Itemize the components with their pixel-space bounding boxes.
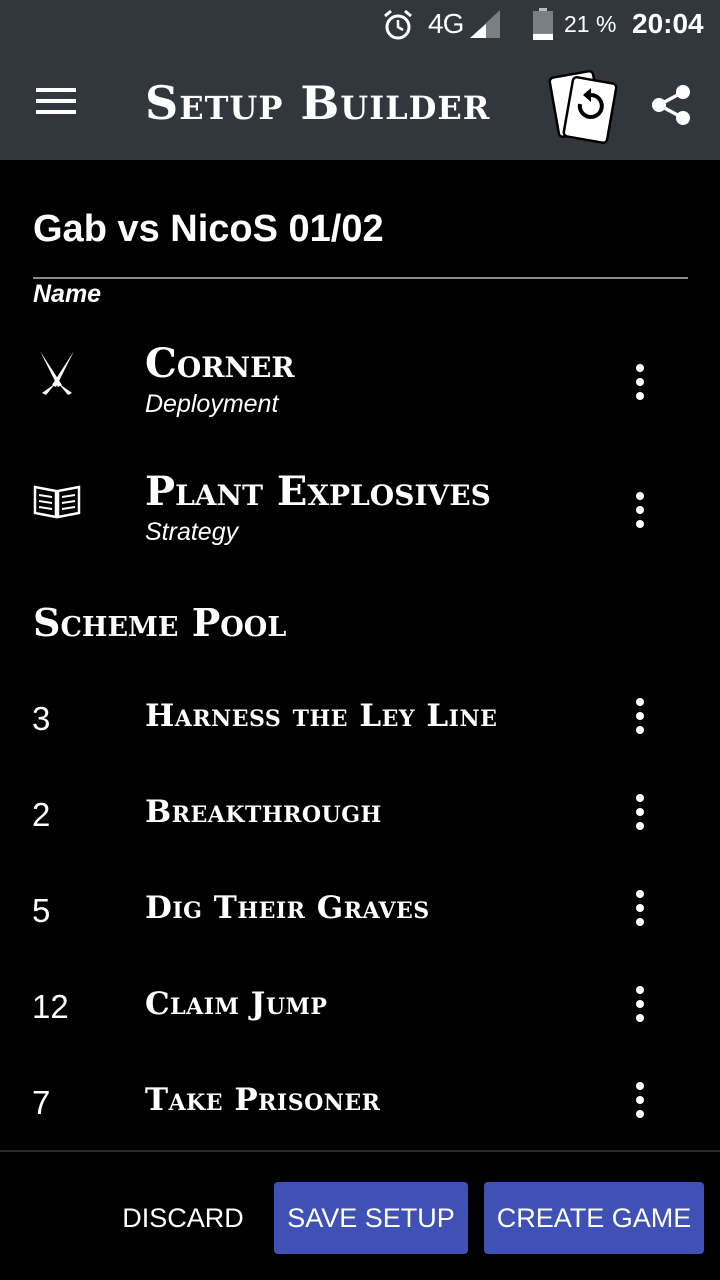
- scheme-number: 12: [32, 988, 69, 1025]
- scheme-name: Claim Jump: [145, 986, 328, 1022]
- scheme-row[interactable]: 3 Harness the Ley Line: [0, 684, 720, 754]
- deployment-more-icon[interactable]: [626, 364, 654, 408]
- scheme-more-icon[interactable]: [626, 890, 654, 934]
- open-book-icon: [33, 485, 81, 519]
- scheme-number: 5: [32, 892, 51, 929]
- scheme-name: Harness the Ley Line: [145, 698, 498, 734]
- scheme-row[interactable]: 7 Take Prisoner: [0, 1068, 720, 1138]
- scheme-row[interactable]: 2 Breakthrough: [0, 780, 720, 850]
- scheme-name: Dig Their Graves: [145, 890, 430, 926]
- save-setup-button[interactable]: SAVE SETUP: [274, 1182, 468, 1254]
- signal-icon: [470, 10, 500, 38]
- strategy-title: Plant Explosives: [145, 468, 491, 515]
- deployment-row[interactable]: Corner Deployment: [0, 330, 720, 430]
- scheme-number: 2: [32, 796, 51, 833]
- strategy-row[interactable]: Plant Explosives Strategy: [0, 458, 720, 558]
- name-field-underline: [33, 277, 688, 279]
- battery-percent-label: 21 %: [564, 11, 617, 37]
- scheme-more-icon[interactable]: [626, 698, 654, 742]
- alarm-icon: [384, 9, 412, 40]
- deployment-title: Corner: [145, 340, 295, 387]
- scheme-row[interactable]: 12 Claim Jump: [0, 972, 720, 1042]
- menu-icon[interactable]: [36, 88, 76, 120]
- clock-label: 20:04: [632, 8, 704, 39]
- network-type-label: 4G: [428, 8, 464, 39]
- scheme-name: Take Prisoner: [145, 1082, 381, 1118]
- deployment-subtitle: Deployment: [145, 390, 279, 418]
- crossed-blades-icon: [40, 351, 74, 395]
- scheme-name: Breakthrough: [145, 794, 382, 830]
- scheme-pool-heading: Scheme Pool: [33, 600, 287, 645]
- cards-undo-icon[interactable]: [548, 68, 622, 146]
- strategy-subtitle: Strategy: [145, 518, 239, 546]
- scheme-more-icon[interactable]: [626, 794, 654, 838]
- share-icon[interactable]: [650, 84, 692, 126]
- setup-name-field[interactable]: Gab vs NicoS 01/02: [33, 208, 384, 251]
- battery-icon: [533, 8, 553, 40]
- discard-button[interactable]: DISCARD: [110, 1182, 256, 1254]
- scheme-row[interactable]: 5 Dig Their Graves: [0, 876, 720, 946]
- scheme-number: 3: [32, 700, 51, 737]
- bottom-action-bar: DISCARD SAVE SETUP CREATE GAME: [0, 1150, 720, 1280]
- strategy-more-icon[interactable]: [626, 492, 654, 536]
- scheme-more-icon[interactable]: [626, 1082, 654, 1126]
- app-bar: Setup Builder: [0, 48, 720, 160]
- page-title: Setup Builder: [145, 76, 491, 130]
- scheme-more-icon[interactable]: [626, 986, 654, 1030]
- scheme-number: 7: [32, 1084, 51, 1121]
- status-bar: 4G 21 % 20:04: [0, 0, 720, 48]
- create-game-button[interactable]: CREATE GAME: [484, 1182, 704, 1254]
- name-field-label: Name: [33, 280, 102, 308]
